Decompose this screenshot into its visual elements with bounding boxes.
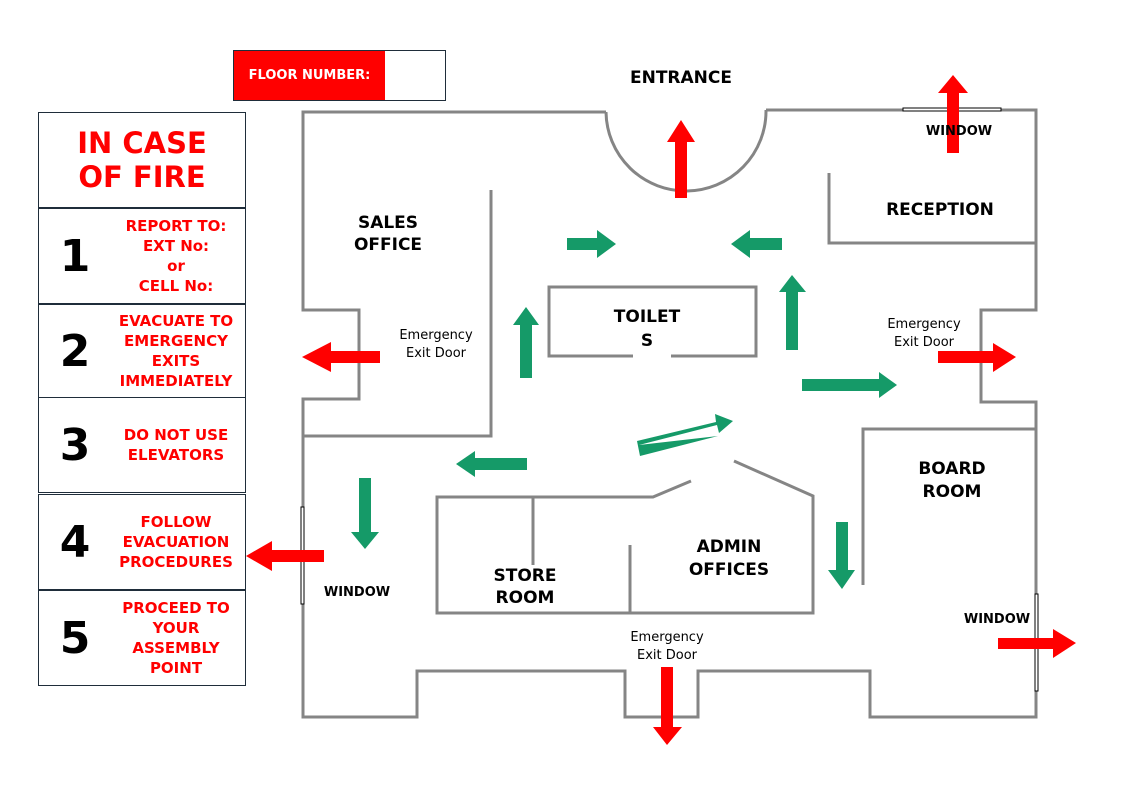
exit-door-label-right-1: Emergency: [887, 317, 961, 332]
exit-arrow-down-icon: [653, 667, 682, 745]
route-arrow-left-icon: [731, 230, 782, 258]
window-label-right: WINDOW: [964, 612, 1030, 627]
entrance-label: ENTRANCE: [630, 68, 732, 88]
reception-label: RECEPTION: [886, 200, 994, 220]
board-room-wall: [861, 427, 1036, 585]
toilets-label-1: TOILET: [614, 307, 681, 327]
board-room-label-2: ROOM: [923, 482, 982, 502]
route-arrows: [351, 230, 897, 589]
route-arrow-up-icon: [513, 307, 539, 378]
route-arrow-left-icon: [456, 451, 527, 477]
sales-office-label-1: SALES: [358, 213, 418, 233]
floor-plan: ENTRANCE SALES OFFICE RECEPTION TOILET S…: [246, 68, 1076, 745]
window-label-top: WINDOW: [926, 124, 992, 139]
route-arrow-right-icon: [567, 230, 616, 258]
admin-offices-label-2: OFFICES: [689, 560, 769, 580]
windows: [300, 107, 1039, 692]
store-room-label-2: ROOM: [496, 588, 555, 608]
board-room-label-1: BOARD: [918, 459, 985, 479]
sales-office-label-2: OFFICE: [354, 235, 422, 255]
exit-door-label-bottom-1: Emergency: [630, 630, 704, 645]
admin-offices-label-1: ADMIN: [697, 537, 762, 557]
exit-arrow-left-icon: [246, 541, 324, 571]
exit-door-label-right-2: Exit Door: [894, 335, 955, 350]
exit-door-label-left-1: Emergency: [399, 328, 473, 343]
route-arrow-down-icon: [828, 522, 855, 589]
route-arrow-diagonal-icon: [637, 414, 733, 456]
toilets-label-2: S: [641, 331, 653, 351]
exit-door-label-bottom-2: Exit Door: [637, 648, 698, 663]
exit-arrow-up-icon: [667, 120, 695, 198]
window-label-left: WINDOW: [324, 585, 390, 600]
route-arrow-up-icon: [779, 275, 806, 350]
exit-door-label-left-2: Exit Door: [406, 346, 467, 361]
store-room-label-1: STORE: [494, 566, 557, 586]
route-arrow-down-icon: [351, 478, 379, 549]
exit-arrow-left-icon: [302, 342, 380, 372]
route-arrow-right-icon: [802, 372, 897, 398]
exit-arrow-up-icon: [938, 75, 968, 153]
